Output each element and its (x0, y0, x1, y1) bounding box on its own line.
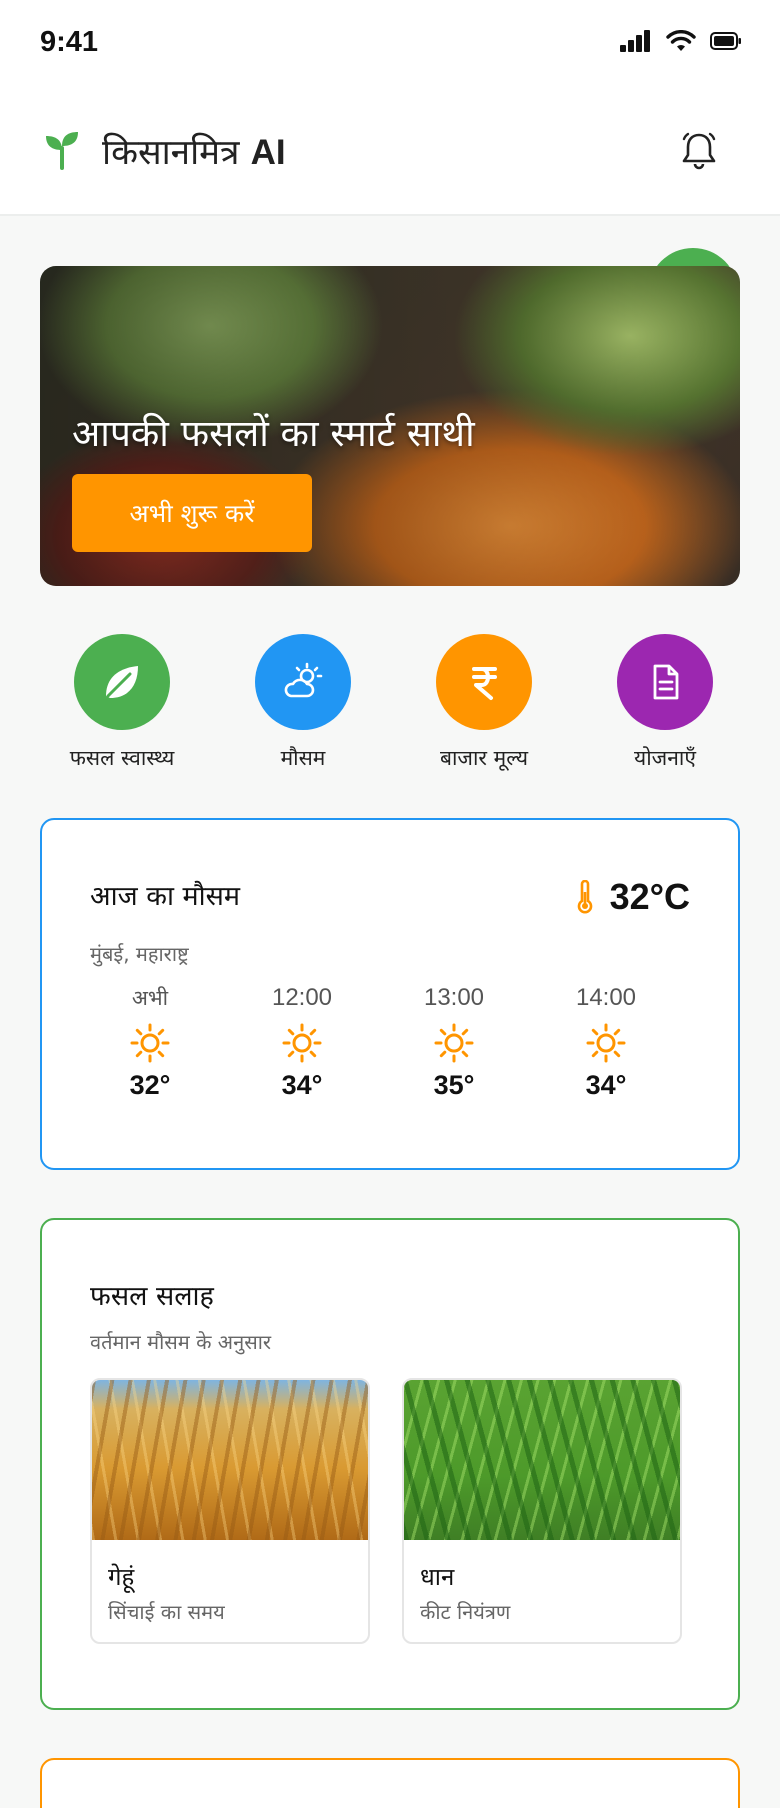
quick-action-label: फसल स्वास्थ्य (69, 746, 175, 770)
crop-advice-subtitle: वर्तमान मौसम के अनुसार (90, 1330, 272, 1354)
sun-icon (394, 1016, 514, 1070)
hourly-forecast: अभी 32° 12:00 34° 13:00 35° 14:00 34° (90, 984, 690, 1104)
document-icon (653, 664, 679, 700)
quick-action-crop-health[interactable]: फसल स्वास्थ्य (32, 634, 212, 772)
hourly-item: अभी 32° (90, 984, 210, 1101)
status-bar: 9:41 (0, 0, 780, 90)
current-temp-value: 32°C (609, 876, 690, 917)
quick-action-circle (436, 634, 532, 730)
crop-advice-title: फसल सलाह (90, 1281, 214, 1312)
quick-action-weather[interactable]: मौसम (213, 634, 393, 772)
quick-action-market-price[interactable]: बाजार मूल्य (394, 634, 574, 772)
sun-icon (242, 1016, 362, 1070)
crop-name: गेहूं (108, 1563, 135, 1591)
quick-actions: फसल स्वास्थ्य मौसम बाजार मूल्य योजनाएँ (40, 634, 740, 774)
crop-note: सिंचाई का समय (108, 1600, 225, 1624)
hero-title: आपकी फसलों का स्मार्ट साथी (72, 412, 475, 455)
crop-card-wheat[interactable]: गेहूं सिंचाई का समय (90, 1378, 370, 1644)
leaf-icon (106, 666, 138, 698)
sun-icon (90, 1016, 210, 1070)
hour-time: अभी (131, 986, 169, 1010)
notification-bell-icon[interactable] (680, 130, 718, 170)
thermometer-icon (577, 880, 592, 914)
app-header: किसानमित्र AI (0, 90, 780, 216)
app-title-name: किसानमित्र (102, 133, 240, 173)
quick-action-circle (617, 634, 713, 730)
next-card-partial[interactable] (40, 1758, 740, 1808)
battery-icon (710, 32, 741, 50)
weather-card[interactable]: आज का मौसम 32°C मुंबई, महाराष्ट्र अभी 32… (40, 818, 740, 1170)
status-time: 9:41 (40, 26, 99, 58)
current-temperature: 32°C (576, 876, 690, 918)
wifi-icon (666, 30, 696, 51)
wheat-image (92, 1380, 368, 1540)
quick-action-circle (74, 634, 170, 730)
quick-action-label: मौसम (280, 746, 326, 770)
crop-note: कीट नियंत्रण (420, 1600, 511, 1624)
hour-temp: 34° (281, 1070, 323, 1100)
rupee-icon (472, 667, 497, 700)
hour-temp: 35° (433, 1070, 475, 1100)
hourly-item: 13:00 35° (394, 984, 514, 1101)
quick-action-circle (255, 634, 351, 730)
crop-card-rice[interactable]: धान कीट नियंत्रण (402, 1378, 682, 1644)
cellular-signal-icon (620, 30, 650, 52)
get-started-button[interactable]: अभी शुरू करें (72, 474, 312, 552)
status-icons (620, 30, 742, 52)
hour-time: 12:00 (271, 984, 333, 1011)
hour-time: 13:00 (423, 984, 485, 1011)
crop-advice-card: फसल सलाह वर्तमान मौसम के अनुसार गेहूं सि… (40, 1218, 740, 1710)
hourly-item: 14:00 34° (546, 984, 666, 1101)
weather-location: मुंबई, महाराष्ट्र (90, 942, 189, 966)
hour-temp: 34° (585, 1070, 627, 1100)
quick-action-label: योजनाएँ (634, 746, 696, 770)
crop-name: धान (420, 1563, 455, 1591)
sprout-logo-icon (46, 132, 78, 170)
app-title-suffix: AI (250, 133, 286, 172)
quick-action-schemes[interactable]: योजनाएँ (575, 634, 755, 772)
weather-title: आज का मौसम (90, 881, 241, 912)
hour-time: 14:00 (575, 984, 637, 1011)
quick-action-label: बाजार मूल्य (439, 746, 529, 770)
rice-image (404, 1380, 680, 1540)
hourly-item: 12:00 34° (242, 984, 362, 1101)
hero-banner: आपकी फसलों का स्मार्ट साथी अभी शुरू करें (40, 266, 740, 586)
app-title: किसानमित्र AI (102, 128, 286, 175)
sun-cloud-icon (284, 662, 323, 698)
hour-temp: 32° (129, 1070, 171, 1100)
sun-icon (546, 1016, 666, 1070)
